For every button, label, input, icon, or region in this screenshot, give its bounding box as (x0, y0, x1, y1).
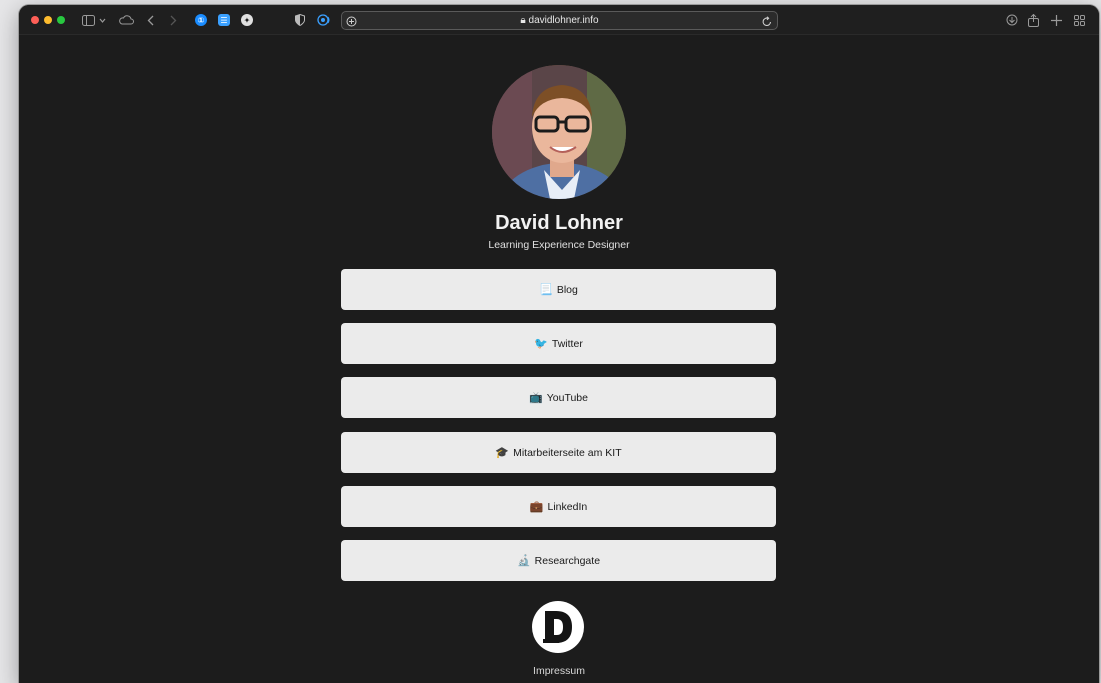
new-tab-icon[interactable] (1051, 13, 1062, 27)
link-label: Researchgate (534, 554, 601, 567)
graduation-cap-icon: 🎓 (495, 447, 510, 459)
chevron-down-icon[interactable] (99, 13, 106, 27)
briefcase-icon: 💼 (529, 501, 544, 513)
site-logo[interactable] (532, 601, 584, 653)
download-icon[interactable] (1006, 13, 1018, 27)
share-icon[interactable] (1028, 13, 1039, 27)
blog-link[interactable]: 📃 Blog (341, 269, 776, 310)
browser-toolbar: ① ☰ ✦ 🔒︎ davidlohner.info (19, 5, 1099, 35)
tracker-icon[interactable] (317, 13, 331, 27)
researchgate-link[interactable]: 🔬 Researchgate (341, 540, 776, 581)
bird-icon: 🐦 (534, 338, 548, 350)
address-bar[interactable]: 🔒︎ davidlohner.info (341, 11, 778, 30)
link-label: LinkedIn (547, 500, 588, 513)
sidebar-icon[interactable] (82, 13, 95, 27)
cloud-icon[interactable] (119, 13, 134, 27)
youtube-link[interactable]: 📺 YouTube (341, 377, 776, 418)
avatar (492, 65, 626, 199)
link-label: YouTube (546, 391, 588, 404)
reload-icon[interactable] (762, 14, 772, 28)
profile-name: David Lohner (495, 212, 623, 234)
1password-icon[interactable]: ① (195, 13, 207, 27)
page-content: David Lohner Learning Experience Designe… (19, 36, 1099, 683)
close-window-button[interactable] (31, 16, 39, 24)
link-label: Twitter (551, 337, 583, 350)
browser-window: ① ☰ ✦ 🔒︎ davidlohner.info David Lohner L… (19, 5, 1099, 683)
minimize-window-button[interactable] (44, 16, 52, 24)
tv-icon: 📺 (529, 392, 543, 404)
profile-subtitle: Learning Experience Designer (488, 239, 630, 251)
twitter-link[interactable]: 🐦 Twitter (341, 323, 776, 364)
url-value: davidlohner.info (528, 15, 599, 26)
profile-photo (492, 65, 626, 199)
kit-staff-page-link[interactable]: 🎓 Mitarbeiterseite am KIT (341, 432, 776, 473)
back-icon[interactable] (147, 13, 154, 27)
linkedin-link[interactable]: 💼 LinkedIn (341, 486, 776, 527)
extension-icon[interactable]: ☰ (218, 13, 230, 27)
impressum-link[interactable]: Impressum (19, 665, 1099, 677)
link-label: Mitarbeiterseite am KIT (513, 446, 622, 459)
zoom-window-button[interactable] (57, 16, 65, 24)
microscope-icon: 🔬 (516, 555, 531, 567)
privacy-icon[interactable]: ✦ (241, 13, 253, 27)
page-icon: 📃 (539, 284, 553, 296)
tab-overview-icon[interactable] (1074, 13, 1085, 27)
d-logo-icon (543, 611, 572, 643)
link-label: Blog (556, 283, 578, 296)
url-text: 🔒︎ davidlohner.info (342, 15, 777, 26)
lock-icon: 🔒︎ (520, 15, 526, 26)
forward-icon[interactable] (170, 13, 177, 27)
shield-icon[interactable] (295, 13, 305, 27)
